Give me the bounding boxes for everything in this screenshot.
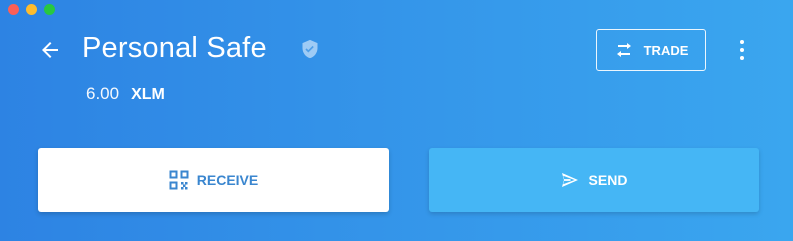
send-icon xyxy=(561,173,578,187)
zoom-window-button[interactable] xyxy=(44,4,55,15)
minimize-window-button[interactable] xyxy=(26,4,37,15)
back-button[interactable] xyxy=(36,36,64,64)
balance-amount: 6.00 xyxy=(86,84,120,103)
close-window-button[interactable] xyxy=(8,4,19,15)
qr-code-icon xyxy=(169,170,189,190)
account-balance: 6.00 XLM xyxy=(86,84,165,104)
more-options-button[interactable] xyxy=(731,36,753,64)
wallet-window: Personal Safe 6.00 XLM TRADE RECEIVE SEN… xyxy=(0,0,793,241)
receive-button-label: RECEIVE xyxy=(196,172,259,188)
more-vertical-icon xyxy=(740,40,744,44)
window-controls xyxy=(8,4,55,15)
trade-button[interactable]: TRADE xyxy=(596,29,706,71)
send-button[interactable]: SEND xyxy=(429,148,759,212)
arrow-left-icon xyxy=(42,42,58,58)
balance-asset: XLM xyxy=(131,86,165,103)
shield-check-icon xyxy=(302,39,318,59)
receive-button[interactable]: RECEIVE xyxy=(38,148,389,212)
swap-arrows-icon xyxy=(616,43,631,57)
trade-button-label: TRADE xyxy=(643,42,689,58)
page-title: Personal Safe xyxy=(82,32,267,64)
send-button-label: SEND xyxy=(588,172,628,188)
